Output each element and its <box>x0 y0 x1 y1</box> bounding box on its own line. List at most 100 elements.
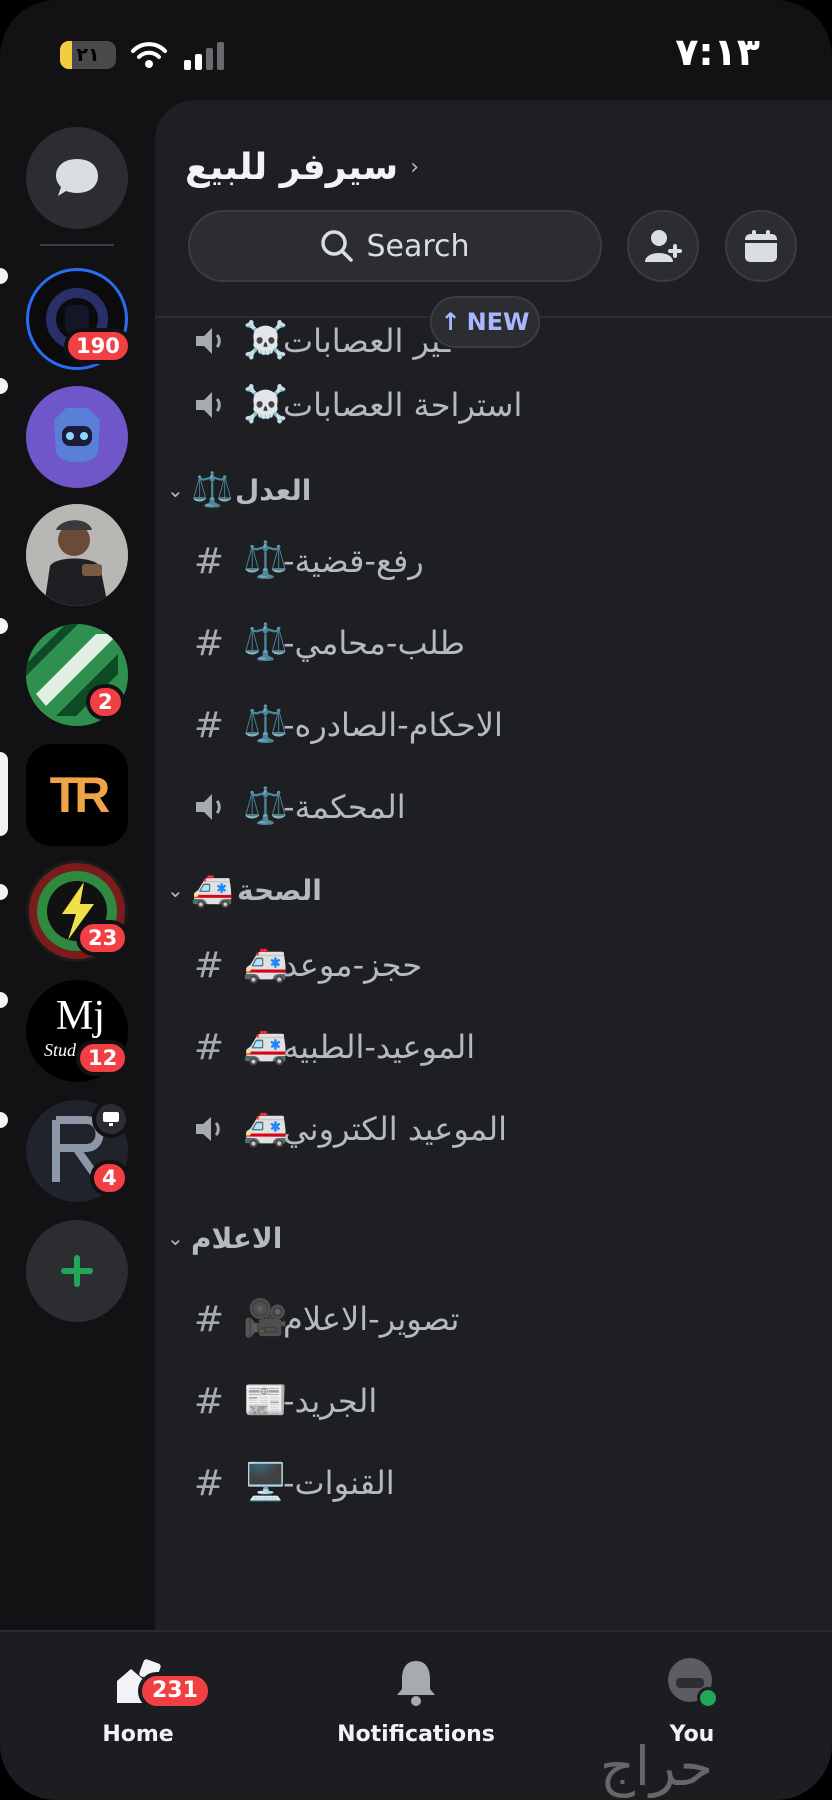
chevron-down-icon: ⌄ <box>167 478 184 502</box>
unread-indicator <box>0 268 8 284</box>
add-server-button[interactable] <box>26 1220 128 1322</box>
nav-notifications[interactable]: Notifications <box>316 1652 516 1762</box>
channel-text[interactable]: # ⚖️ الاحكام-الصادره- <box>155 690 832 760</box>
channel-stage[interactable]: ⚖️ المحكمة- <box>155 772 832 842</box>
channel-emoji: ⚖️ <box>243 786 288 827</box>
channel-panel: سيرفر للبيع › Search ☠️ ـير العصابات ☠️ … <box>155 100 832 1630</box>
channel-text[interactable]: # 🚑 الموعيد-الطبيه <box>155 1012 832 1082</box>
speaker-icon <box>189 1109 229 1149</box>
battery-icon: ٢١ <box>60 41 116 69</box>
channel-text[interactable]: # 🖥️ القنوات- <box>155 1448 832 1518</box>
channel-name: تصوير-الاعلام <box>283 1300 460 1338</box>
wifi-icon <box>131 42 167 68</box>
server-header[interactable]: سيرفر للبيع › <box>185 142 585 192</box>
unread-indicator <box>0 884 8 900</box>
channel-voice[interactable]: 🚑 الموعيد الكتروني <box>155 1094 832 1164</box>
category-name: الاعلام <box>191 1221 283 1255</box>
category-justice[interactable]: ⌄ ⚖️ العدل <box>155 460 832 520</box>
bell-icon-wrap <box>386 1652 446 1712</box>
hashtag-icon: # <box>193 944 225 986</box>
channel-text[interactable]: # ⚖️ طلب-محامي- <box>155 608 832 678</box>
calendar-icon <box>745 230 777 262</box>
hashtag-icon: # <box>193 622 225 664</box>
channel-name: استراحة العصابات <box>283 386 523 424</box>
channel-emoji: 🎥 <box>243 1298 288 1339</box>
chevron-down-icon: ⌄ <box>167 878 184 902</box>
nav-home-label: Home <box>102 1722 174 1747</box>
screen-icon <box>103 1112 119 1126</box>
channel-name: حجز-موعد <box>283 946 423 984</box>
battery-level-text: ٢١ <box>76 44 100 66</box>
category-health[interactable]: ⌄ 🚑 الصحة <box>155 860 832 920</box>
channel-stage-2[interactable]: ☠️ استراحة العصابات <box>155 370 832 440</box>
server-name: سيرفر للبيع <box>185 146 399 188</box>
avatar <box>668 1658 719 1709</box>
channel-emoji: 🚑 <box>243 1026 288 1067</box>
unread-indicator <box>0 618 8 634</box>
selected-server-indicator <box>0 752 8 836</box>
channel-text[interactable]: # ⚖️ رفع-قضية- <box>155 526 832 596</box>
search-icon <box>321 230 354 262</box>
stage-icon <box>189 321 229 361</box>
search-button[interactable]: Search <box>188 210 602 282</box>
server-unread-badge: 2 <box>86 684 125 720</box>
server-logo-subtext: Stud <box>44 1040 77 1060</box>
channel-emoji: ⚖️ <box>243 540 288 581</box>
channel-name: الجريد- <box>283 1382 378 1420</box>
category-name: العدل <box>235 473 312 507</box>
profile-avatar-wrap <box>662 1652 722 1712</box>
nav-home[interactable]: 231 Home <box>38 1652 238 1762</box>
status-bar: ٢١ ٧:١٣ <box>0 0 832 100</box>
bell-icon <box>397 1661 435 1706</box>
channel-emoji: 🚑 <box>243 944 288 985</box>
unread-indicator <box>0 378 8 394</box>
direct-messages-button[interactable] <box>26 127 128 229</box>
watermark-logo: حراج <box>600 1735 714 1798</box>
category-name: الصحة <box>237 873 322 907</box>
server-unread-badge: 190 <box>64 328 132 364</box>
server-logo-text: TR <box>49 767 111 823</box>
hashtag-icon: # <box>193 1026 225 1068</box>
channel-name: ـير العصابات <box>283 322 451 360</box>
channel-emoji: ⚖️ <box>243 622 288 663</box>
channel-text[interactable]: # 🚑 حجز-موعد <box>155 930 832 1000</box>
server-icon-2[interactable] <box>26 386 128 488</box>
hashtag-icon: # <box>193 1462 225 1504</box>
chat-bubble-icon <box>56 159 98 196</box>
server-icon-3[interactable] <box>26 504 128 606</box>
channel-name: الموعيد-الطبيه <box>283 1028 476 1066</box>
channel-emoji: 🚑 <box>243 1108 288 1149</box>
channel-emoji: 📰 <box>243 1380 288 1421</box>
server-unread-badge: 12 <box>76 1040 130 1076</box>
chevron-right-icon: › <box>410 154 419 180</box>
channel-text[interactable]: # 📰 الجريد- <box>155 1366 832 1436</box>
server-icon-5[interactable]: TR <box>26 744 128 846</box>
server-photo-avatar <box>26 504 128 606</box>
hashtag-icon: # <box>193 704 225 746</box>
arrow-up-icon: ↑ <box>440 308 461 336</box>
home-icon-wrap: 231 <box>108 1652 212 1712</box>
channel-name: طلب-محامي- <box>283 624 465 662</box>
new-messages-pill[interactable]: ↑ NEW <box>430 296 540 348</box>
server-unread-badge: 4 <box>90 1160 129 1196</box>
category-media[interactable]: ⌄ الاعلام <box>155 1208 832 1268</box>
nav-notifications-label: Notifications <box>337 1722 495 1747</box>
app-screen: ٢١ ٧:١٣ 190 2 TR 23 Mj Stud 12 4 سيرفر ل… <box>0 0 832 1800</box>
chevron-down-icon: ⌄ <box>167 1226 184 1250</box>
events-button[interactable] <box>725 210 797 282</box>
stage-icon <box>189 385 229 425</box>
robot-mascot-icon <box>54 408 100 462</box>
unread-indicator <box>0 1112 8 1128</box>
channel-name: الموعيد الكتروني <box>283 1110 508 1148</box>
channel-emoji: ☠️ <box>243 384 288 425</box>
channel-text[interactable]: # 🎥 تصوير-الاعلام <box>155 1284 832 1354</box>
home-unread-badge: 231 <box>138 1672 212 1710</box>
invite-members-button[interactable] <box>627 210 699 282</box>
channel-name: رفع-قضية- <box>283 542 424 580</box>
new-pill-label: NEW <box>466 308 530 336</box>
cellular-signal-icon <box>184 42 224 70</box>
channel-name: الاحكام-الصادره- <box>283 706 503 744</box>
server-rail: 190 2 TR 23 Mj Stud 12 4 <box>0 100 150 1630</box>
stage-icon <box>189 787 229 827</box>
hashtag-icon: # <box>193 1298 225 1340</box>
